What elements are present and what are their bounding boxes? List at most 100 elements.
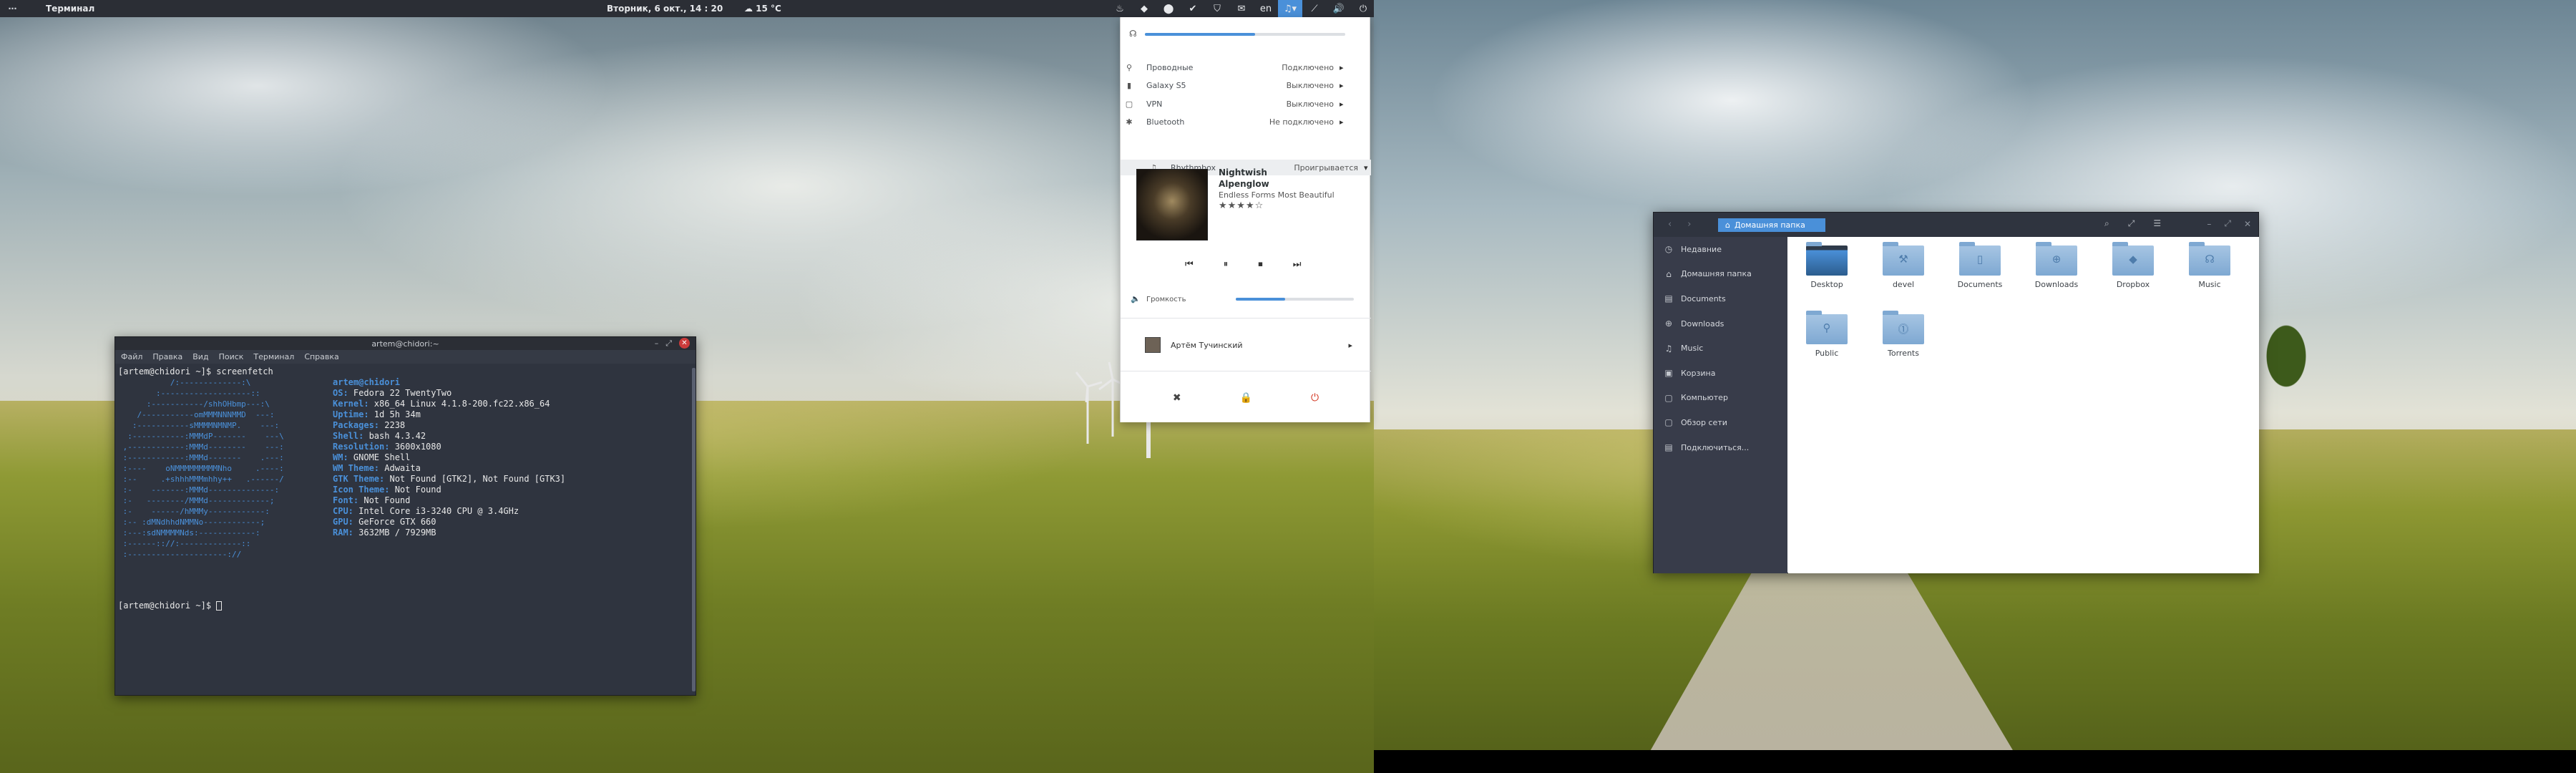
network-item[interactable]: ✱ Bluetooth Не подключено ▸	[1126, 114, 1347, 130]
info-value: Not Found	[389, 485, 441, 495]
folder-emblem: ▯	[1976, 253, 1984, 266]
menu-help[interactable]: Справка	[304, 352, 338, 361]
info-value: 2238	[379, 420, 406, 430]
sidebar-item[interactable]: ▤ Подключиться...	[1654, 435, 1787, 460]
info-value: Not Found	[358, 495, 411, 505]
maximize-button[interactable]: ⤢	[2224, 218, 2231, 229]
info-key: Shell:	[333, 431, 364, 441]
sidebar-item[interactable]: ⊕ Downloads	[1654, 311, 1787, 336]
sidebar-item-label: Домашняя папка	[1681, 269, 1752, 279]
sidebar-item[interactable]: ▣ Корзина	[1654, 361, 1787, 386]
view-toggle-icon[interactable]: ⤢	[2128, 218, 2135, 229]
player-volume-level	[1236, 298, 1286, 301]
menu-edit[interactable]: Правка	[152, 352, 182, 361]
forward-button[interactable]: ›	[1687, 219, 1691, 230]
sidebar-item[interactable]: ♫ Music	[1654, 336, 1787, 361]
lock-icon[interactable]: 🔒	[1240, 392, 1252, 404]
folder-name: devel	[1892, 280, 1915, 289]
network-status: Выключено	[1286, 99, 1334, 109]
folder-name: Desktop	[1810, 280, 1843, 289]
sidebar-item-label: Downloads	[1681, 319, 1724, 329]
stop-button[interactable]: ⏹	[1258, 259, 1263, 270]
player-volume: Громкость	[1146, 294, 1361, 304]
terminal-titlebar[interactable]: artem@chidori:~ – ⤢ ✕	[115, 337, 696, 350]
menu-search[interactable]: Поиск	[219, 352, 244, 361]
output-volume-slider[interactable]	[1145, 33, 1345, 36]
wifi-icon[interactable]: ⟋	[1302, 0, 1327, 17]
settings-icon[interactable]: ✖	[1173, 392, 1181, 404]
sidebar-item[interactable]: ⌂ Домашняя папка	[1654, 262, 1787, 287]
chevron-right-icon: ▸	[1348, 340, 1352, 350]
menu-file[interactable]: Файл	[121, 352, 142, 361]
folder-item[interactable]: ⓵ Torrents	[1875, 311, 1932, 358]
folder-item[interactable]: Desktop	[1798, 242, 1855, 289]
pocket-icon[interactable]: ⛉	[1205, 0, 1229, 17]
close-button[interactable]: ✕	[2244, 219, 2251, 229]
terminal-output[interactable]: [artem@chidori ~]$ screenfetch /:-------…	[115, 364, 696, 696]
info-key: Resolution:	[333, 442, 390, 452]
folder-item[interactable]: ▯ Documents	[1951, 242, 2009, 289]
keyboard-layout-label[interactable]: en	[1254, 0, 1278, 17]
info-value: x86_64 Linux 4.1.8-200.fc22.x86_64	[369, 399, 550, 409]
clock[interactable]: Вторник, 6 окт., 14 : 20	[607, 4, 723, 14]
weather-indicator[interactable]: ☁ 15 °C	[744, 4, 781, 14]
folder-item[interactable]: ⚲ Public	[1798, 311, 1855, 358]
terminal-menubar: Файл Правка Вид Поиск Терминал Справка	[115, 350, 696, 364]
info-value: GeForce GTX 660	[353, 517, 436, 527]
network-item[interactable]: ▢ VPN Выключено ▸	[1126, 96, 1347, 112]
bluetooth-icon: ✱	[1126, 117, 1133, 127]
folder-item[interactable]: ⚒ devel	[1875, 242, 1932, 289]
sidebar-item[interactable]: ◷ Недавние	[1654, 237, 1787, 262]
network-item[interactable]: ▮ Galaxy S5 Выключено ▸	[1127, 77, 1347, 93]
files-headerbar[interactable]: ‹ › ⌂ Домашняя папка ⌕ ⤢ ☰ – ⤢ ✕	[1654, 213, 2258, 237]
player-volume-slider[interactable]	[1236, 298, 1354, 301]
window-title: artem@chidori:~	[371, 339, 439, 349]
back-button[interactable]: ‹	[1668, 219, 1672, 230]
music-note-icon[interactable]: ♫▾	[1278, 0, 1302, 17]
pause-button[interactable]: ⏸	[1224, 259, 1229, 270]
search-icon[interactable]: ⌕	[2104, 218, 2109, 229]
steam-icon[interactable]: ♨	[1108, 0, 1132, 17]
sidebar-item[interactable]: ▢ Обзор сети	[1654, 410, 1787, 435]
folder-item[interactable]: ⊕ Downloads	[2028, 242, 2085, 289]
user-menu-item[interactable]: Артём Тучинский ▸	[1145, 336, 1352, 354]
path-bar-home[interactable]: ⌂ Домашняя папка	[1718, 218, 1825, 232]
chat-icon[interactable]: ◆	[1132, 0, 1156, 17]
next-button[interactable]: ⏭	[1293, 259, 1302, 270]
menu-icon[interactable]: ☰	[2153, 218, 2161, 229]
app-menu[interactable]: Терминал	[46, 4, 94, 14]
menu-view[interactable]: Вид	[192, 352, 208, 361]
sidebar-item[interactable]: ▤ Documents	[1654, 286, 1787, 311]
power-icon[interactable]: ⏻	[1351, 0, 1375, 17]
network-status: Выключено	[1286, 80, 1334, 90]
server-icon: ▤	[1664, 442, 1673, 453]
minimize-button[interactable]: –	[655, 339, 659, 348]
files-view[interactable]: Desktop ⚒ devel ▯ Documents ⊕ Downloads ◆ Dropbo…	[1788, 237, 2259, 573]
mail-icon[interactable]: ✉	[1229, 0, 1254, 17]
network-item[interactable]: ⚲ Проводные Подключено ▸	[1126, 59, 1347, 75]
close-button[interactable]: ✕	[679, 338, 690, 349]
menu-terminal[interactable]: Терминал	[253, 352, 294, 361]
track-album: Endless Forms Most Beautiful	[1219, 190, 1335, 200]
sidebar-item[interactable]: ▢ Компьютер	[1654, 386, 1787, 411]
vpn-icon: ▢	[1125, 99, 1133, 109]
sync-icon[interactable]: ✔	[1181, 0, 1205, 17]
computer-icon: ▢	[1664, 392, 1673, 403]
info-value: 3600x1080	[389, 442, 441, 452]
power-off-icon[interactable]: ⏻	[1311, 392, 1319, 404]
minimize-button[interactable]: –	[2207, 219, 2211, 229]
documents-folder-icon: ▯	[1959, 242, 2001, 276]
info-row: CPU: Intel Core i3-3240 CPU @ 3.4GHz	[333, 506, 565, 517]
folder-item[interactable]: ☊ Music	[2181, 242, 2238, 289]
activities-button[interactable]: ⋯	[0, 4, 26, 14]
chevron-right-icon: ▸	[1340, 62, 1344, 72]
android-icon[interactable]: ⬤	[1156, 0, 1181, 17]
volume-icon[interactable]: 🔊	[1327, 0, 1351, 17]
track-rating[interactable]: ★★★★☆	[1219, 200, 1264, 211]
folder-item[interactable]: ◆ Dropbox	[2104, 242, 2162, 289]
info-row: Font: Not Found	[333, 495, 565, 506]
previous-button[interactable]: ⏮	[1185, 259, 1194, 270]
folder-emblem: ☊	[2205, 253, 2215, 266]
maximize-button[interactable]: ⤢	[665, 339, 672, 349]
scrollbar[interactable]	[692, 368, 696, 691]
